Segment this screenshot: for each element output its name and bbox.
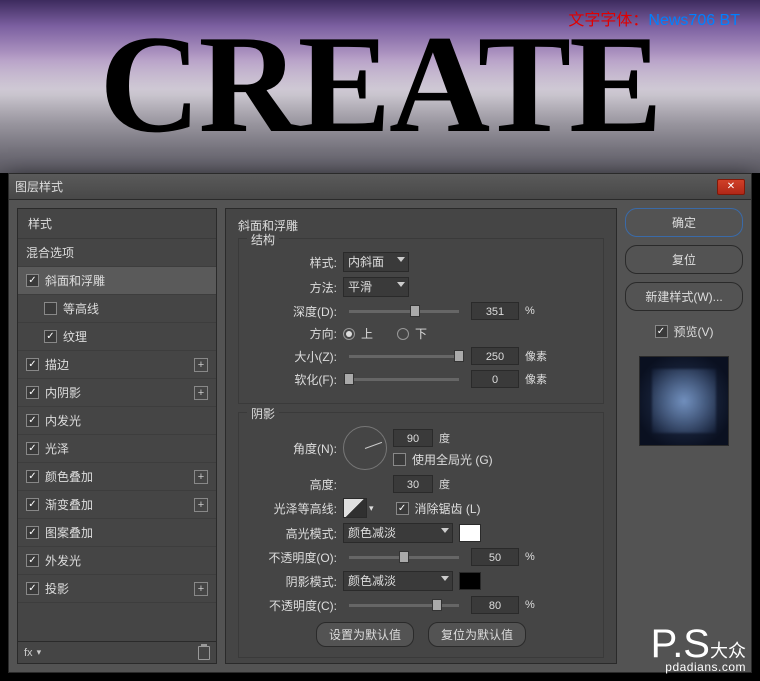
settings-panel: 斜面和浮雕 结构 样式: 内斜面 方法: 平滑 深度(D): 351 % (225, 208, 617, 664)
right-column: 确定 复位 新建样式(W)... 预览(V) (625, 208, 743, 664)
cb-preview[interactable] (655, 325, 668, 338)
shading-fieldset: 阴影 角度(N): 90 度 使用全局光 (G) (238, 412, 604, 658)
trash-icon[interactable] (198, 646, 210, 660)
chevron-down-icon (441, 576, 449, 581)
highlight-opacity-label: 不透明度(O): (249, 549, 337, 566)
panel-title: 斜面和浮雕 (238, 217, 604, 234)
row-inner-shadow[interactable]: 内阴影 + (18, 379, 216, 407)
preview-label: 预览(V) (674, 323, 714, 340)
angle-input[interactable]: 90 (393, 429, 433, 447)
row-contour[interactable]: 等高线 (18, 295, 216, 323)
shadow-opacity-slider[interactable] (349, 604, 459, 607)
styles-sidebar: 样式 混合选项 斜面和浮雕 等高线 纹理 描边 + (17, 208, 217, 664)
sidebar-footer: fx ▾ (17, 642, 217, 664)
altitude-input[interactable]: 30 (393, 475, 433, 493)
add-icon[interactable]: + (194, 358, 208, 372)
font-label: 文字字体：News706 BT (568, 6, 740, 30)
highlight-opacity-slider[interactable] (349, 556, 459, 559)
depth-input[interactable]: 351 (471, 302, 519, 320)
add-icon[interactable]: + (194, 498, 208, 512)
row-inner-glow[interactable]: 内发光 (18, 407, 216, 435)
cancel-button[interactable]: 复位 (625, 245, 743, 274)
angle-label: 角度(N): (249, 440, 337, 457)
style-label: 样式: (249, 254, 337, 271)
highlight-mode-select[interactable]: 颜色减淡 (343, 523, 453, 543)
layer-style-dialog: 图层样式 ✕ 样式 混合选项 斜面和浮雕 等高线 纹理 (8, 173, 752, 673)
angle-dial[interactable] (343, 426, 387, 470)
row-outer-glow[interactable]: 外发光 (18, 547, 216, 575)
gloss-contour-picker[interactable] (343, 498, 367, 518)
add-icon[interactable]: + (194, 386, 208, 400)
size-slider[interactable] (349, 355, 459, 358)
soften-slider[interactable] (349, 378, 459, 381)
row-stroke[interactable]: 描边 + (18, 351, 216, 379)
add-icon[interactable]: + (194, 582, 208, 596)
cb-drop-shadow[interactable] (26, 582, 39, 595)
row-pattern-overlay[interactable]: 图案叠加 (18, 519, 216, 547)
row-gradient-overlay[interactable]: 渐变叠加 + (18, 491, 216, 519)
highlight-opacity-input[interactable]: 50 (471, 548, 519, 566)
soften-label: 软化(F): (249, 371, 337, 388)
chevron-down-icon (397, 257, 405, 262)
cb-color-overlay[interactable] (26, 470, 39, 483)
close-button[interactable]: ✕ (717, 179, 745, 195)
row-texture[interactable]: 纹理 (18, 323, 216, 351)
cb-outer-glow[interactable] (26, 554, 39, 567)
direction-down-radio[interactable] (397, 328, 409, 340)
add-icon[interactable]: + (194, 470, 208, 484)
direction-up-radio[interactable] (343, 328, 355, 340)
titlebar[interactable]: 图层样式 ✕ (9, 174, 751, 200)
cb-antialias[interactable] (396, 502, 409, 515)
shadow-mode-select[interactable]: 颜色减淡 (343, 571, 453, 591)
create-word: CREATE (0, 15, 760, 155)
size-label: 大小(Z): (249, 348, 337, 365)
cb-global-light[interactable] (393, 453, 406, 466)
reset-default-button[interactable]: 复位为默认值 (428, 622, 526, 647)
soften-input[interactable]: 0 (471, 370, 519, 388)
cb-inner-shadow[interactable] (26, 386, 39, 399)
row-blending-options[interactable]: 混合选项 (18, 239, 216, 267)
chevron-down-icon (441, 528, 449, 533)
row-drop-shadow[interactable]: 投影 + (18, 575, 216, 603)
row-satin[interactable]: 光泽 (18, 435, 216, 463)
shadow-opacity-label: 不透明度(C): (249, 597, 337, 614)
styles-header[interactable]: 样式 (18, 209, 216, 239)
depth-label: 深度(D): (249, 303, 337, 320)
cb-stroke[interactable] (26, 358, 39, 371)
cb-bevel[interactable] (26, 274, 39, 287)
cb-satin[interactable] (26, 442, 39, 455)
dialog-title: 图层样式 (15, 178, 717, 195)
direction-label: 方向: (249, 325, 337, 342)
highlight-mode-label: 高光模式: (249, 525, 337, 542)
highlight-color-swatch[interactable] (459, 524, 481, 542)
altitude-label: 高度: (249, 476, 337, 493)
chevron-down-icon (397, 282, 405, 287)
shadow-mode-label: 阴影模式: (249, 573, 337, 590)
cb-gradient-overlay[interactable] (26, 498, 39, 511)
style-select[interactable]: 内斜面 (343, 252, 409, 272)
depth-slider[interactable] (349, 310, 459, 313)
cb-pattern-overlay[interactable] (26, 526, 39, 539)
ok-button[interactable]: 确定 (625, 208, 743, 237)
make-default-button[interactable]: 设置为默认值 (316, 622, 414, 647)
technique-label: 方法: (249, 279, 337, 296)
cb-inner-glow[interactable] (26, 414, 39, 427)
cb-texture[interactable] (44, 330, 57, 343)
shadow-color-swatch[interactable] (459, 572, 481, 590)
fx-label[interactable]: fx (24, 647, 33, 659)
cb-contour[interactable] (44, 302, 57, 315)
banner: CREATE 文字字体：News706 BT (0, 0, 760, 173)
shadow-opacity-input[interactable]: 80 (471, 596, 519, 614)
technique-select[interactable]: 平滑 (343, 277, 409, 297)
row-bevel-emboss[interactable]: 斜面和浮雕 (18, 267, 216, 295)
new-style-button[interactable]: 新建样式(W)... (625, 282, 743, 311)
gloss-contour-label: 光泽等高线: (249, 500, 337, 517)
preview-thumbnail (639, 356, 729, 446)
structure-fieldset: 结构 样式: 内斜面 方法: 平滑 深度(D): 351 % 方向: (238, 238, 604, 404)
row-color-overlay[interactable]: 颜色叠加 + (18, 463, 216, 491)
shading-label: 阴影 (247, 405, 279, 422)
size-input[interactable]: 250 (471, 347, 519, 365)
structure-label: 结构 (247, 231, 279, 248)
